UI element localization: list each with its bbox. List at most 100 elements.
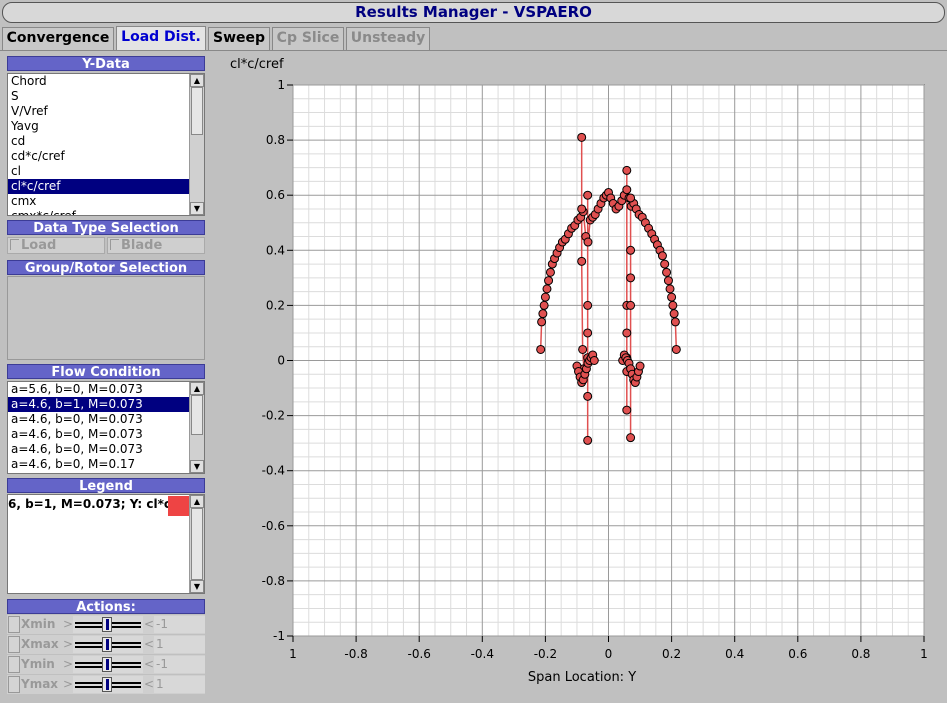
y-tick-label: 0.4: [266, 243, 285, 257]
flow-condition-item[interactable]: a=4.6, b=0, M=0.073: [8, 442, 204, 457]
ydata-scrollbar[interactable]: ▲ ▼: [189, 74, 204, 215]
tab-load-dist[interactable]: Load Dist.: [116, 26, 206, 51]
slider-knob[interactable]: [102, 677, 112, 692]
increment-arrow-icon[interactable]: <: [144, 616, 154, 633]
x-tick-label: 0.4: [725, 647, 744, 661]
data-point: [668, 300, 678, 310]
data-point: [657, 251, 667, 261]
ydata-list[interactable]: Chord S V/Vref Yavg cd cd*c/cref cl cl*c/cref cm…: [7, 73, 205, 216]
flow-condition-header: Flow Condition: [7, 364, 205, 380]
xmax-value[interactable]: 1: [154, 636, 205, 653]
flow-condition-item[interactable]: a=4.6, b=0, M=0.073: [8, 412, 204, 427]
flow-condition-list[interactable]: a=5.6, b=0, M=0.073 a=4.6, b=1, M=0.073 a=…: [7, 381, 205, 474]
load-toggle[interactable]: Load: [7, 237, 105, 254]
data-point: [626, 300, 636, 310]
blade-toggle[interactable]: Blade: [107, 237, 205, 254]
xmax-slider[interactable]: [73, 636, 143, 653]
flow-scrollbar[interactable]: ▲ ▼: [189, 382, 204, 473]
legend-box[interactable]: 6, b=1, M=0.073; Y: cl*c ▲ ▼: [7, 494, 205, 594]
ymax-value[interactable]: 1: [154, 676, 205, 693]
x-tick-label: 0.8: [851, 647, 870, 661]
legend-scroll-thumb[interactable]: [191, 508, 203, 580]
decrement-arrow-icon[interactable]: >: [63, 616, 73, 633]
legend-scrollbar[interactable]: ▲ ▼: [189, 495, 204, 593]
data-point: [583, 328, 593, 338]
ydata-item[interactable]: cl: [8, 164, 204, 179]
load-distribution-chart[interactable]: 1 -0.8 -0.6 -0.4 -0.2 0 0.2 0.4 0.6 0.8 1 1 0.8 0.6 0.…: [210, 53, 947, 703]
flow-condition-item[interactable]: a=4.6, b=0, M=0.17: [8, 457, 204, 472]
ymin-value[interactable]: -1: [154, 656, 205, 673]
plot-area[interactable]: 1 -0.8 -0.6 -0.4 -0.2 0 0.2 0.4 0.6 0.8 1 1 0.8 0.6 0.…: [210, 53, 947, 703]
blade-label: Blade: [121, 238, 163, 253]
ymax-checkbox[interactable]: [8, 676, 20, 693]
legend-header: Legend: [7, 478, 205, 494]
y-axis-label: cl*c/cref: [230, 57, 284, 72]
data-point: [536, 344, 546, 354]
data-point: [542, 284, 552, 294]
ydata-item[interactable]: cl*c/cref: [8, 179, 204, 194]
scroll-down-icon[interactable]: ▼: [190, 580, 204, 593]
decrement-arrow-icon[interactable]: >: [63, 636, 73, 653]
increment-arrow-icon[interactable]: <: [144, 636, 154, 653]
data-point: [667, 292, 677, 302]
increment-arrow-icon[interactable]: <: [144, 676, 154, 693]
legend-entry: 6, b=1, M=0.073; Y: cl*c: [8, 497, 171, 511]
ymin-slider[interactable]: [73, 656, 143, 673]
data-point: [583, 300, 593, 310]
scroll-up-icon[interactable]: ▲: [190, 382, 204, 395]
data-point: [622, 328, 632, 338]
ydata-item[interactable]: cd*c/cref: [8, 149, 204, 164]
y-tick-label: -0.4: [262, 464, 285, 478]
data-point: [626, 245, 636, 255]
data-type-header: Data Type Selection: [7, 220, 205, 236]
ydata-item[interactable]: cmx: [8, 194, 204, 209]
tab-sweep[interactable]: Sweep: [208, 27, 270, 50]
tab-convergence[interactable]: Convergence: [2, 27, 114, 50]
ymax-slider[interactable]: [73, 676, 143, 693]
flow-condition-item[interactable]: a=5.6, b=0, M=0.073: [8, 382, 204, 397]
data-point: [662, 267, 672, 277]
data-point: [626, 193, 636, 203]
scroll-up-icon[interactable]: ▲: [190, 74, 204, 87]
data-point: [663, 276, 673, 286]
ydata-item[interactable]: V/Vref: [8, 104, 204, 119]
y-tick-label: 0.6: [266, 188, 285, 202]
ydata-scroll-thumb[interactable]: [191, 87, 203, 135]
decrement-arrow-icon[interactable]: >: [63, 656, 73, 673]
decrement-arrow-icon[interactable]: >: [63, 676, 73, 693]
data-point: [538, 309, 548, 319]
xmin-checkbox[interactable]: [8, 616, 20, 633]
action-row-xmin: Xmin > < -1: [7, 615, 205, 634]
ymin-checkbox[interactable]: [8, 656, 20, 673]
flow-condition-item[interactable]: a=4.6, b=0, M=0.073: [8, 427, 204, 442]
ydata-item[interactable]: Yavg: [8, 119, 204, 134]
xmin-slider[interactable]: [73, 616, 143, 633]
data-point: [540, 292, 550, 302]
tab-unsteady: Unsteady: [346, 27, 430, 50]
y-tick-label: 0.8: [266, 133, 285, 147]
data-point: [665, 284, 675, 294]
data-point: [577, 132, 587, 142]
slider-knob[interactable]: [102, 617, 112, 632]
flow-scroll-thumb[interactable]: [191, 395, 203, 435]
ydata-item[interactable]: Chord: [8, 74, 204, 89]
y-tick-label: -0.8: [262, 574, 285, 588]
slider-knob[interactable]: [102, 637, 112, 652]
x-tick-label: 0.6: [788, 647, 807, 661]
y-tick-label: -1: [273, 629, 285, 643]
ydata-item[interactable]: S: [8, 89, 204, 104]
action-row-ymax: Ymax > <1: [7, 675, 205, 694]
xmax-checkbox[interactable]: [8, 636, 20, 653]
scroll-down-icon[interactable]: ▼: [190, 202, 204, 215]
group-rotor-list[interactable]: [7, 276, 205, 360]
xmin-value[interactable]: -1: [154, 616, 205, 633]
ydata-item[interactable]: cmx*c/cref: [8, 209, 204, 215]
scroll-up-icon[interactable]: ▲: [190, 495, 204, 508]
slider-knob[interactable]: [102, 657, 112, 672]
data-point: [660, 259, 670, 269]
scroll-down-icon[interactable]: ▼: [190, 460, 204, 473]
increment-arrow-icon[interactable]: <: [144, 656, 154, 673]
flow-condition-item[interactable]: a=4.6, b=1, M=0.073: [8, 397, 204, 412]
ydata-item[interactable]: cd: [8, 134, 204, 149]
x-tick-label: -0.4: [471, 647, 494, 661]
